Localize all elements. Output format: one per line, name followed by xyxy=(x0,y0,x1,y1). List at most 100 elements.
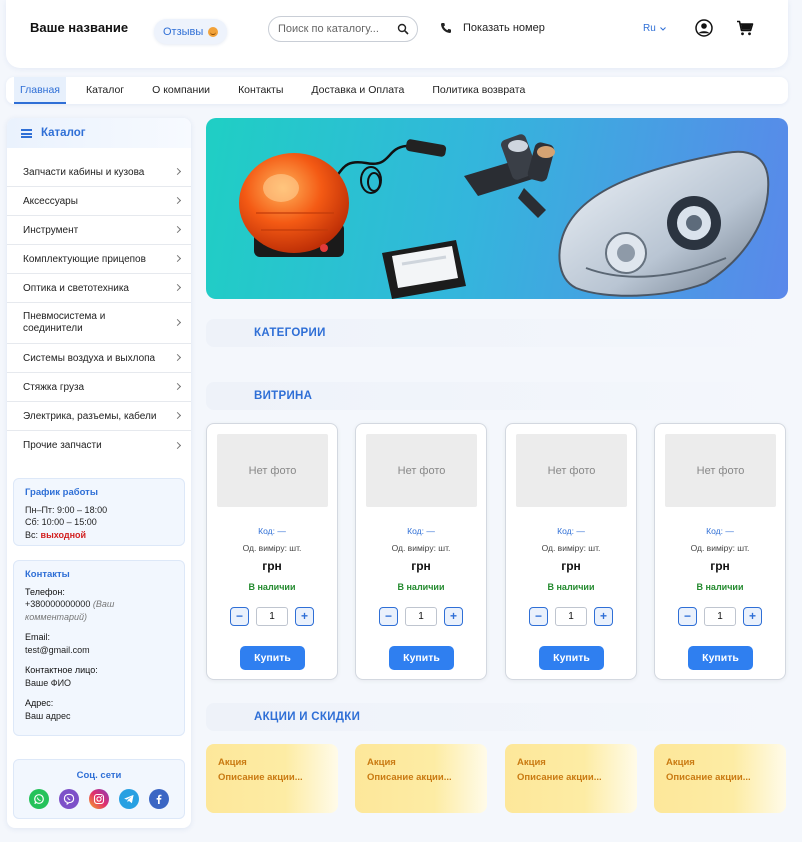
search-icon[interactable] xyxy=(397,23,409,35)
schedule-weekdays: Пн–Пт: 9:00 – 18:00 xyxy=(25,504,108,515)
product-unit: Од. виміру: шт. xyxy=(391,543,451,553)
category-item[interactable]: Стяжка груза xyxy=(7,373,191,402)
contact-person-value: Ваше ФИО xyxy=(25,677,72,688)
buy-button[interactable]: Купить xyxy=(539,646,604,670)
product-card[interactable]: Нет фото Код: — Од. виміру: шт. грн В на… xyxy=(355,423,487,680)
search-input[interactable] xyxy=(278,23,388,35)
chevron-right-icon xyxy=(173,411,182,420)
contacts-title: Контакты xyxy=(25,569,70,580)
buy-button[interactable]: Купить xyxy=(240,646,305,670)
product-unit: Од. виміру: шт. xyxy=(541,543,601,553)
category-item[interactable]: Инструмент xyxy=(7,216,191,245)
address-value: Ваш адрес xyxy=(25,710,71,721)
viber-icon[interactable] xyxy=(59,788,79,809)
reviews-button[interactable]: Отзывы xyxy=(154,19,228,44)
hero-banner[interactable] xyxy=(206,118,788,299)
reviews-label: Отзывы xyxy=(163,25,204,38)
phone-label: Телефон: xyxy=(25,586,65,597)
product-unit: Од. виміру: шт. xyxy=(690,543,750,553)
product-unit: Од. виміру: шт. xyxy=(242,543,302,553)
category-item[interactable]: Системы воздуха и выхлопа xyxy=(7,344,191,373)
search-box xyxy=(268,16,418,42)
quantity-stepper: − 1 + xyxy=(230,607,316,626)
category-item[interactable]: Комплектующие прицепов xyxy=(7,245,191,274)
nav-delivery[interactable]: Доставка и Оплата xyxy=(297,77,418,104)
product-card[interactable]: Нет фото Код: — Од. виміру: шт. грн В на… xyxy=(654,423,786,680)
chevron-right-icon xyxy=(173,382,182,391)
cart-icon[interactable] xyxy=(736,19,754,37)
qty-minus-button[interactable]: − xyxy=(379,607,398,626)
catalog-header[interactable]: Каталог xyxy=(7,118,191,148)
promo-card[interactable]: Акция Описание акции... xyxy=(505,744,637,813)
phone-value[interactable]: +380000000000 xyxy=(25,599,90,609)
category-label: Электрика, разъемы, кабели xyxy=(23,410,157,422)
schedule-sunday: Вс: выходной xyxy=(25,529,173,542)
quantity-stepper: − 1 + xyxy=(678,607,764,626)
promo-card[interactable]: Акция Описание акции... xyxy=(206,744,338,813)
language-select[interactable]: Ru xyxy=(643,23,666,34)
promo-title: Акция xyxy=(666,757,695,768)
product-card[interactable]: Нет фото Код: — Од. виміру: шт. грн В на… xyxy=(505,423,637,680)
telegram-icon[interactable] xyxy=(119,788,139,809)
nav-catalog[interactable]: Каталог xyxy=(72,77,138,104)
buy-button[interactable]: Купить xyxy=(389,646,454,670)
product-code: Код: — xyxy=(407,526,435,536)
user-icon[interactable] xyxy=(695,19,713,37)
no-photo-placeholder: Нет фото xyxy=(217,434,328,507)
category-item[interactable]: Прочие запчасти xyxy=(7,431,191,460)
quantity-stepper: − 1 + xyxy=(529,607,615,626)
category-item[interactable]: Пневмосистема и соединители xyxy=(7,303,191,344)
no-photo-placeholder: Нет фото xyxy=(665,434,776,507)
promo-description: Описание акции... xyxy=(218,772,303,783)
day-off-value: выходной xyxy=(40,529,87,540)
qty-minus-button[interactable]: − xyxy=(529,607,548,626)
email-value[interactable]: test@gmail.com xyxy=(25,644,173,657)
chevron-right-icon xyxy=(173,353,182,362)
product-code: Код: — xyxy=(557,526,585,536)
promo-description: Описание акции... xyxy=(367,772,452,783)
nav-returns[interactable]: Политика возврата xyxy=(418,77,539,104)
chevron-right-icon xyxy=(173,196,182,205)
buy-button[interactable]: Купить xyxy=(688,646,753,670)
nav-about[interactable]: О компании xyxy=(138,77,224,104)
schedule-box: График работы Пн–Пт: 9:00 – 18:00 Сб: 10… xyxy=(13,478,185,546)
qty-input[interactable]: 1 xyxy=(704,607,736,626)
category-item[interactable]: Запчасти кабины и кузова xyxy=(7,158,191,187)
qty-input[interactable]: 1 xyxy=(405,607,437,626)
nav-home[interactable]: Главная xyxy=(14,77,66,104)
category-label: Запчасти кабины и кузова xyxy=(23,166,145,178)
qty-minus-button[interactable]: − xyxy=(230,607,249,626)
schedule-title: График работы xyxy=(25,487,98,498)
show-phone-button[interactable]: Показать номер xyxy=(440,22,545,34)
qty-plus-button[interactable]: + xyxy=(444,607,463,626)
product-code: Код: — xyxy=(258,526,286,536)
category-label: Аксессуары xyxy=(23,195,78,207)
contact-person-label: Контактное лицо: xyxy=(25,665,98,675)
category-label: Инструмент xyxy=(23,224,79,236)
instagram-icon[interactable] xyxy=(89,788,109,809)
whatsapp-icon[interactable] xyxy=(29,788,49,809)
promo-card[interactable]: Акция Описание акции... xyxy=(654,744,786,813)
nav-contacts[interactable]: Контакты xyxy=(224,77,297,104)
category-item[interactable]: Аксессуары xyxy=(7,187,191,216)
qty-plus-button[interactable]: + xyxy=(594,607,613,626)
category-item[interactable]: Электрика, разъемы, кабели xyxy=(7,402,191,431)
qty-input[interactable]: 1 xyxy=(555,607,587,626)
stock-status: В наличии xyxy=(248,582,296,592)
catalog-sidebar: Каталог Запчасти кабины и кузова Аксессу… xyxy=(7,118,191,828)
category-item[interactable]: Оптика и светотехника xyxy=(7,274,191,303)
facebook-icon[interactable] xyxy=(149,788,169,809)
brand-name[interactable]: Ваше название xyxy=(30,20,128,35)
promo-card[interactable]: Акция Описание акции... xyxy=(355,744,487,813)
social-links xyxy=(25,788,173,809)
product-price: грн xyxy=(710,559,730,573)
phone-value-line: +380000000000 (Ваш комментарий) xyxy=(25,598,173,623)
chevron-down-icon xyxy=(659,26,666,31)
qty-input[interactable]: 1 xyxy=(256,607,288,626)
product-card[interactable]: Нет фото Код: — Од. виміру: шт. грн В на… xyxy=(206,423,338,680)
qty-plus-button[interactable]: + xyxy=(295,607,314,626)
auto-parts-banner-image xyxy=(239,134,770,299)
schedule-saturday: Сб: 10:00 – 15:00 xyxy=(25,517,97,527)
qty-minus-button[interactable]: − xyxy=(678,607,697,626)
qty-plus-button[interactable]: + xyxy=(743,607,762,626)
